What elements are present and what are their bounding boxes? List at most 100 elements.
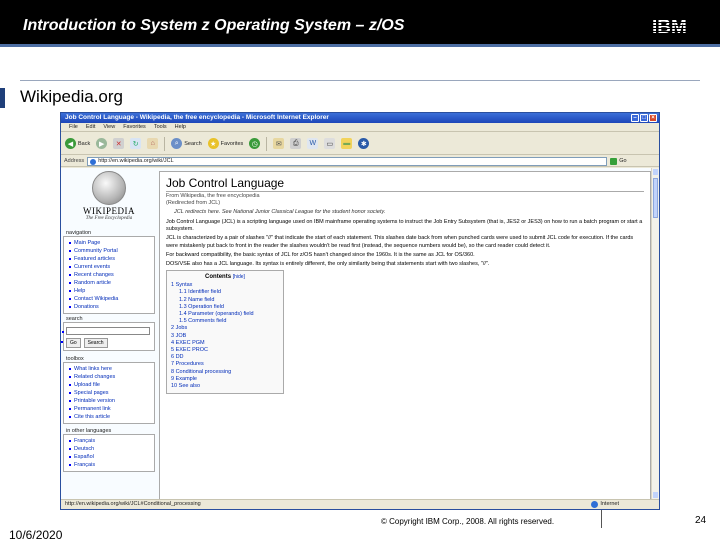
toolbar-separator [266, 136, 268, 151]
toolbox-link[interactable]: Special pages [69, 389, 151, 397]
messenger-icon[interactable]: ✱ [358, 138, 370, 149]
favorites-button[interactable]: ★ Favorites [207, 138, 243, 149]
toolbox-link[interactable]: Printable version [69, 397, 151, 405]
article-source-line: From Wikipedia, the free encyclopedia [166, 193, 260, 199]
address-input[interactable]: http://en.wikipedia.org/wiki/JCL [87, 156, 608, 166]
home-icon[interactable]: ⌂ [147, 138, 159, 149]
wiki-search-button[interactable]: Search [83, 338, 108, 348]
toc-item[interactable]: 5 EXEC PROC [171, 347, 279, 354]
status-bar: http://en.wikipedia.org/wiki/JCL#Conditi… [61, 499, 659, 509]
article-title: Job Control Language [166, 176, 644, 192]
window-title: Job Control Language - Wikipedia, the fr… [65, 114, 329, 121]
scrollbar-thumb[interactable] [653, 178, 658, 218]
menu-bar: File Edit View Favorites Tools Help [61, 123, 659, 132]
back-button[interactable]: ◀ Back [65, 138, 90, 149]
nav-link[interactable]: Featured articles [69, 255, 151, 263]
menu-view[interactable]: View [103, 123, 115, 131]
menu-favorites[interactable]: Favorites [123, 123, 146, 131]
scroll-up-arrow-icon[interactable] [653, 169, 658, 175]
internet-zone-icon [591, 501, 599, 508]
go-button[interactable]: Go [610, 157, 627, 165]
history-icon[interactable]: ◷ [249, 138, 261, 149]
nav-link[interactable]: Random article [69, 279, 151, 287]
toc-item[interactable]: 1.1 Identifier field [171, 289, 279, 296]
forward-arrow-icon[interactable]: ▶ [96, 138, 108, 149]
browser-titlebar: Job Control Language - Wikipedia, the fr… [61, 113, 659, 123]
language-link[interactable]: Français [69, 437, 151, 445]
wikipedia-logo[interactable]: WIKIPEDIA The Free Encyclopedia [67, 171, 151, 229]
languages-portlet: in other languages Français Deutsch Espa… [63, 428, 155, 472]
toc-item[interactable]: 8 Conditional processing [171, 369, 279, 376]
toc-item[interactable]: 2 Jobs [171, 325, 279, 332]
puzzle-globe-icon [92, 171, 126, 205]
nav-link[interactable]: Community Portal [69, 247, 151, 255]
status-url: http://en.wikipedia.org/wiki/JCL#Conditi… [65, 501, 201, 507]
article-body: Job Control Language From Wikipedia, the… [159, 171, 651, 499]
toolbox-link[interactable]: What links here [69, 365, 151, 373]
toc-item[interactable]: 4 EXEC PGM [171, 340, 279, 347]
toc-item[interactable]: 10 See also [171, 383, 279, 390]
refresh-icon[interactable]: ↻ [130, 138, 142, 149]
back-arrow-icon: ◀ [65, 138, 76, 149]
page-icon [90, 158, 97, 165]
search-button[interactable]: ⌕ Search [171, 138, 202, 149]
search-icon: ⌕ [171, 138, 183, 149]
toc-item[interactable]: 7 Procedures [171, 361, 279, 368]
wiki-go-button[interactable]: Go [66, 338, 81, 348]
menu-edit[interactable]: Edit [86, 123, 95, 131]
toc-item[interactable]: 1.2 Name field [171, 297, 279, 304]
close-button[interactable]: × [649, 114, 657, 122]
menu-file[interactable]: File [69, 123, 78, 131]
wikipedia-sidebar: WIKIPEDIA The Free Encyclopedia navigati… [61, 168, 157, 499]
toc-item[interactable]: 1 Syntax [171, 282, 279, 289]
nav-link[interactable]: Help [69, 287, 151, 295]
footer-date: 10/6/2020 [9, 528, 63, 540]
toolbox-portlet: toolbox What links here Related changes … [63, 356, 155, 424]
slide-subtitle: Wikipedia.org [20, 87, 123, 106]
hatnote: JCL redirects here. See National Junior … [174, 209, 386, 215]
toc-hide-link[interactable]: [hide] [233, 274, 245, 280]
language-link[interactable]: Deutsch [69, 445, 151, 453]
print-icon[interactable]: ⎙ [290, 138, 302, 149]
vertical-scrollbar[interactable] [651, 168, 659, 499]
toc-item[interactable]: 1.3 Operation field [171, 304, 279, 311]
nav-link[interactable]: Contact Wikipedia [69, 295, 151, 303]
toolbox-link[interactable]: Related changes [69, 373, 151, 381]
nav-link[interactable]: Recent changes [69, 271, 151, 279]
toc-item[interactable]: 6 DD [171, 354, 279, 361]
nav-link[interactable]: Donations [69, 303, 151, 311]
nav-link[interactable]: Current events [69, 263, 151, 271]
table-of-contents: Contents [hide] 1 Syntax 1.1 Identifier f… [166, 270, 284, 395]
browser-toolbar: ◀ Back ▶ ✕ ↻ ⌂ ⌕ Search ★ Favorites ◷ ✉ … [61, 133, 659, 155]
minimize-button[interactable]: – [631, 114, 639, 122]
folder-icon[interactable]: ▬ [341, 138, 353, 149]
discuss-icon[interactable]: ▭ [324, 138, 336, 149]
toc-item[interactable]: 1.4 Parameter (operands) field [171, 311, 279, 318]
edit-icon[interactable]: W [307, 138, 319, 149]
menu-help[interactable]: Help [175, 123, 186, 131]
language-link[interactable]: Español [69, 453, 151, 461]
language-link[interactable]: Français [69, 461, 151, 469]
toc-item[interactable]: 1.5 Comments field [171, 318, 279, 325]
slide-header: Introduction to System z Operating Syste… [0, 0, 720, 47]
mail-icon[interactable]: ✉ [273, 138, 285, 149]
toolbox-link[interactable]: Cite this article [69, 413, 151, 421]
nav-link[interactable]: Main Page [69, 239, 151, 247]
toc-title: Contents [hide] [205, 274, 245, 281]
toc-item[interactable]: 9 Example [171, 376, 279, 383]
wiki-search-input[interactable] [62, 327, 150, 335]
address-bar: Address http://en.wikipedia.org/wiki/JCL… [61, 156, 659, 167]
divider-line [20, 80, 700, 81]
toolbox-link[interactable]: Permanent link [69, 405, 151, 413]
toc-item[interactable]: 3 JOB [171, 333, 279, 340]
stop-icon[interactable]: ✕ [113, 138, 125, 149]
article-paragraph: For backward compatibility, the basic sy… [166, 251, 475, 258]
toolbar-separator [164, 136, 166, 151]
address-label: Address [64, 158, 85, 164]
menu-tools[interactable]: Tools [154, 123, 167, 131]
redirect-notice: (Redirected from JCL) [166, 200, 221, 206]
scroll-down-arrow-icon[interactable] [653, 492, 658, 498]
maximize-button[interactable]: □ [640, 114, 648, 122]
toolbox-link[interactable]: Upload file [69, 381, 151, 389]
browser-window: Job Control Language - Wikipedia, the fr… [60, 112, 660, 510]
